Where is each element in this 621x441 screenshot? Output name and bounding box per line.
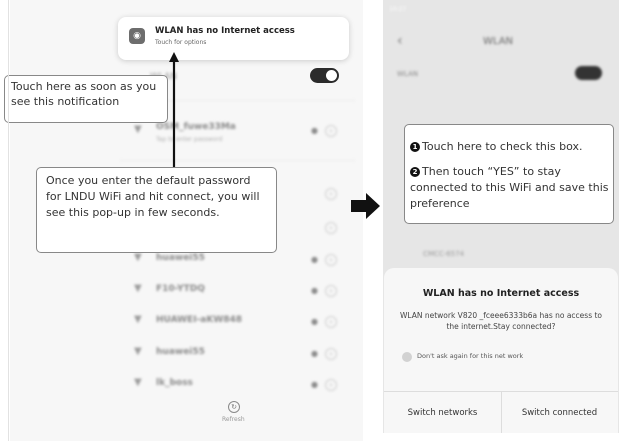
up-arrow-head (169, 52, 179, 62)
wlan-row-label: WLAN (397, 70, 419, 78)
dialog-body: WLAN network V820 _fceee6333b6a has no a… (399, 311, 603, 331)
dialog-title: WLAN has no Internet access (422, 288, 580, 299)
step-1: 1 Touch here to check this box. (410, 139, 610, 155)
callout-touch-notification: Touch here as soon as you see this notif… (4, 75, 168, 123)
step-text: Touch here to check this box. (422, 140, 583, 153)
wlan-header-title: WLAN (483, 36, 514, 47)
step-number: 1 (410, 142, 420, 152)
no-internet-dialog: WLAN has no Internet access WLAN network… (384, 268, 618, 433)
back-chevron-icon[interactable]: ‹ (397, 33, 403, 49)
background-network: CMCC-6574 (423, 250, 465, 258)
status-time: 10:27 (389, 6, 407, 13)
callout-enter-password: Once you enter the default password for … (36, 167, 277, 253)
callout-steps: 1 Touch here to check this box. 2 Then tou… (404, 124, 614, 224)
switch-connected-button[interactable]: Switch connected (501, 392, 618, 433)
wlan-toggle-bg (575, 66, 602, 80)
callout-enter-password-text: Once you enter the default password for … (46, 174, 260, 219)
dont-ask-checkbox[interactable] (402, 352, 412, 362)
callout-touch-notification-text: Touch here as soon as you see this notif… (11, 80, 157, 108)
step-number: 2 (410, 167, 420, 177)
dont-ask-label: Don't ask again for this net work (417, 352, 524, 360)
right-arrow (351, 193, 380, 219)
page-left-divider (8, 0, 9, 441)
step-2: 2 Then touch “YES” to stay connected to t… (410, 164, 610, 212)
switch-networks-button[interactable]: Switch networks (384, 392, 501, 433)
step-text: Then touch “YES” to stay connected to th… (410, 165, 609, 210)
